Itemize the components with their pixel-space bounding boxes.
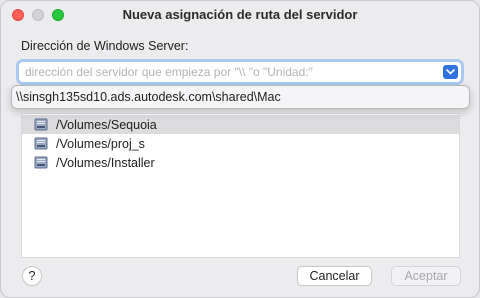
volume-label: /Volumes/Installer: [56, 156, 155, 170]
title-bar: Nueva asignación de ruta del servidor: [1, 1, 479, 29]
server-address-combobox[interactable]: dirección del servidor que empieza por "…: [19, 62, 461, 82]
suggestion-item[interactable]: \\sinsgh135sd10.ads.autodesk.com\shared\…: [16, 90, 281, 104]
dialog-window: Nueva asignación de ruta del servidor Di…: [0, 0, 480, 298]
combobox-dropdown-button[interactable]: [443, 65, 458, 79]
volume-label: /Volumes/proj_s: [56, 137, 145, 151]
volume-label: /Volumes/Sequoia: [56, 118, 157, 132]
cancel-button[interactable]: Cancelar: [297, 266, 372, 286]
chevron-down-icon: [446, 69, 455, 75]
accept-button[interactable]: Aceptar: [391, 266, 461, 286]
list-item[interactable]: /Volumes/Sequoia: [22, 115, 459, 134]
list-item[interactable]: /Volumes/proj_s: [22, 134, 459, 153]
drive-icon: [34, 118, 48, 131]
volumes-list[interactable]: /Volumes/Sequoia /Volumes/proj_s /Volume…: [21, 113, 460, 258]
server-address-input[interactable]: dirección del servidor que empieza por "…: [25, 65, 313, 79]
help-button[interactable]: ?: [22, 266, 42, 286]
drive-icon: [34, 137, 48, 150]
window-title: Nueva asignación de ruta del servidor: [122, 7, 358, 22]
server-suggestions-dropdown: \\sinsgh135sd10.ads.autodesk.com\shared\…: [11, 85, 470, 109]
server-address-label: Dirección de Windows Server:: [21, 39, 189, 53]
drive-icon: [34, 156, 48, 169]
list-item[interactable]: /Volumes/Installer: [22, 153, 459, 172]
